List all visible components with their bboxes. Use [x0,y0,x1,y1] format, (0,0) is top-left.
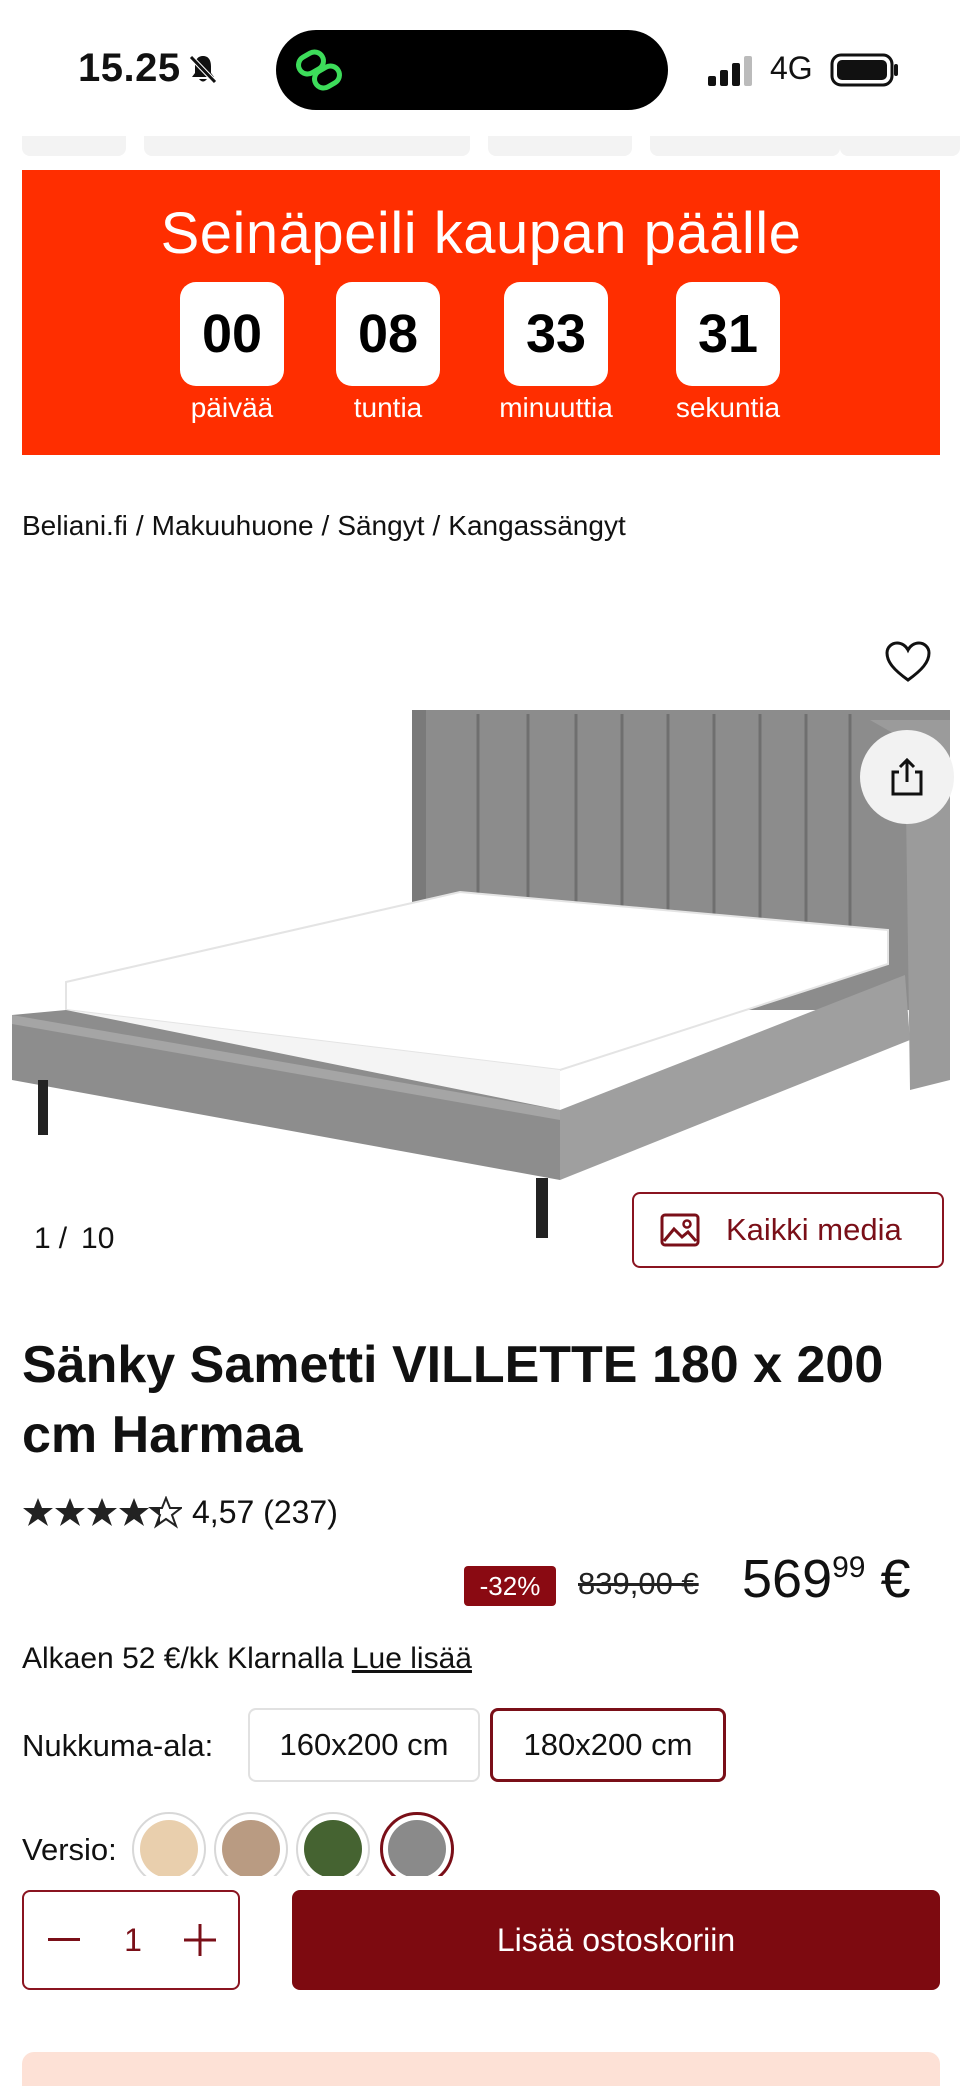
all-media-button[interactable]: Kaikki media [632,1192,944,1268]
version-swatch-green[interactable] [296,1812,370,1876]
category-nav-strip [0,136,960,158]
countdown-days-label: päivää [190,392,274,423]
battery-icon [830,53,898,87]
swatch-color [304,1820,362,1876]
version-swatch-beige[interactable] [132,1812,206,1876]
rating-stars-icon[interactable] [22,1496,182,1530]
minus-icon [48,1938,80,1941]
image-pager-current: 1 [34,1222,51,1255]
countdown-hours: 08 [336,282,440,386]
breadcrumb-item-fabric-beds[interactable]: Kangassängyt [448,510,625,541]
klarna-read-more-link[interactable]: Lue lisää [352,1642,472,1675]
countdown-minutes-label: minuuttia [499,392,613,423]
breadcrumb-item-bedroom[interactable]: Makuuhuone [152,510,314,541]
old-price: 839,00 € [578,1566,699,1601]
clock: 15.25 [78,46,181,90]
price-cents: 99 [832,1551,866,1584]
countdown-days: 00 [180,282,284,386]
quantity-increase-button[interactable] [172,1912,228,1968]
current-price: 56999 € [742,1548,911,1610]
size-option-180x200[interactable]: 180x200 cm [490,1708,726,1782]
bell-muted-icon [189,55,217,84]
product-title: Sänky Sametti VILLETTE 180 x 200 cm Harm… [22,1336,884,1464]
image-pager-separator: / [58,1222,68,1255]
promo-banner[interactable]: Seinäpeili kaupan päälle 00 päivää 08 tu… [22,170,940,455]
plus-icon [184,1924,216,1956]
dynamic-island [276,30,668,110]
countdown-seconds: 31 [676,282,780,386]
countdown-seconds-label: sekuntia [675,392,781,423]
version-label: Versio: [22,1832,117,1867]
swatch-color [388,1820,446,1876]
version-swatch-grey[interactable] [380,1812,454,1876]
discount-badge: -32% [464,1566,556,1606]
wishlist-heart-icon[interactable] [884,640,932,684]
klarna-text: Alkaen 52 €/kk Klarnalla [22,1642,344,1675]
quantity-stepper: 1 [22,1890,240,1990]
size-label: Nukkuma-ala: [22,1728,214,1763]
swatch-color [222,1820,280,1876]
share-icon [891,757,923,796]
bottom-banner-peek [22,2052,940,2086]
promo-title: Seinäpeili kaupan päälle [160,201,802,266]
price-main: 569 [742,1549,833,1609]
breadcrumb-item-beds[interactable]: Sängyt [337,510,424,541]
all-media-label: Kaikki media [726,1212,902,1247]
breadcrumb-separator: / [135,510,144,541]
image-icon [660,1213,700,1247]
signal-icon [708,56,752,86]
breadcrumb-item-home[interactable]: Beliani.fi [22,510,128,541]
swatch-color [140,1820,198,1876]
network-type: 4G [770,50,813,86]
size-option-160x200[interactable]: 160x200 cm [248,1708,480,1782]
link-app-icon [296,49,342,91]
quantity-value[interactable]: 1 [104,1892,162,1988]
nav-pill[interactable] [144,136,470,156]
quantity-decrease-button[interactable] [36,1912,92,1968]
countdown-hours-label: tuntia [353,392,423,423]
countdown-minutes: 33 [504,282,608,386]
nav-pill[interactable] [488,136,632,156]
share-button[interactable] [860,730,954,824]
breadcrumb: Beliani.fi / Makuuhuone / Sängyt / Kangassängy… [22,510,626,542]
product-image[interactable] [0,610,960,1290]
nav-pill[interactable] [650,136,840,156]
klarna-info: Alkaen 52 €/kk Klarnalla Lue lisää [22,1642,472,1676]
status-bar: 15.25 4G [0,0,960,140]
add-to-cart-button[interactable]: Lisää ostoskoriin [292,1890,940,1990]
breadcrumb-separator: / [432,510,441,541]
breadcrumb-separator: / [321,510,330,541]
image-pager-total: 10 [81,1222,115,1255]
nav-pill[interactable] [22,136,126,156]
nav-pill[interactable] [840,136,960,156]
version-swatch-taupe[interactable] [214,1812,288,1876]
image-pager: 1/ 10 [34,1222,114,1256]
price-currency: € [880,1549,911,1609]
rating-text[interactable]: 4,57 (237) [192,1494,338,1531]
